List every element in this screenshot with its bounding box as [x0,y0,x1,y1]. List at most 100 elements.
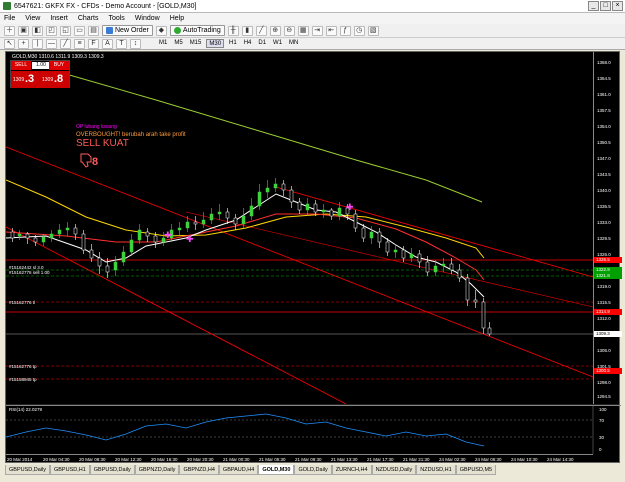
vertical-line-icon[interactable]: | [32,38,43,49]
timeframe-m30[interactable]: M30 [206,39,225,48]
templates-icon[interactable]: ▧ [367,25,379,36]
candle-body [265,187,270,193]
data-window-icon[interactable]: ◰ [46,25,57,36]
time-tick: 20 Mar 20:30 [187,457,214,462]
timeframe-mn[interactable]: MN [287,39,300,48]
terminal-icon[interactable]: ▭ [74,25,85,36]
time-tick: 20 Mar 12:30 [115,457,142,462]
menu-file[interactable]: File [4,15,15,22]
candle-body [449,263,454,271]
zoom-out-icon[interactable]: ⊖ [283,25,295,36]
periods-icon[interactable]: ◷ [353,25,365,36]
sell-button[interactable]: SELL [11,61,31,70]
menu-view[interactable]: View [25,15,40,22]
chart-tab[interactable]: GBPAUD,H4 [218,465,259,475]
channel-icon[interactable]: ≡ [74,38,85,49]
sell-price[interactable]: 1309 .3 [11,71,40,88]
rsi-subwindow[interactable]: RSI(14) 22.0279 100 70 30 0 [6,405,621,453]
price-tick: 1347.0 [597,156,611,161]
candle-body [297,201,302,211]
arrows-icon[interactable]: ↕ [130,38,141,49]
price-tick: 1312.0 [597,316,611,321]
price-axis[interactable]: 1368.0 1364.5 1361.0 1357.5 1354.0 1350.… [593,52,622,404]
trendline-icon[interactable]: ╱ [60,38,71,49]
close-button[interactable]: × [612,1,623,11]
navigator-icon[interactable]: ◱ [60,25,71,36]
chart-tab[interactable]: NZDUSD,Daily [371,465,417,475]
chart-tab[interactable]: GOLD,Daily [294,465,332,475]
menu-help[interactable]: Help [170,15,184,22]
candlestick-icon[interactable]: ▮ [241,25,253,36]
candle-body [281,183,286,191]
horizontal-line-icon[interactable]: — [46,38,57,49]
chart-tab[interactable]: GBPUSD,M5 [455,465,497,475]
buy-price[interactable]: 1309 .8 [40,71,69,88]
timeframe-m1[interactable]: M1 [157,39,169,48]
chart-tab[interactable]: GBPUSD,Daily [5,465,50,475]
menu-window[interactable]: Window [135,15,160,22]
lot-size-field[interactable]: 1.00 [32,62,50,69]
price-tick: 1319.0 [597,284,611,289]
candle-body [401,249,406,259]
indicators-icon[interactable]: ƒ [339,25,351,36]
candle-body [441,263,446,267]
timeframe-m15[interactable]: M15 [188,39,204,48]
chart-window[interactable]: ✚ ✚ ✚ GOLD,M30 1310.6 1311.9 1309.3 1309.3… [5,51,622,464]
line-chart-icon[interactable]: ╱ [255,25,267,36]
candle-body [241,215,246,225]
candle-body [369,231,374,239]
order-line-label: #15158945 tp [9,377,37,382]
timeframe-h1[interactable]: H1 [227,39,239,48]
new-chart-icon[interactable]: ＋ [4,25,15,36]
crosshair-icon[interactable]: + [18,38,29,49]
chart-tab[interactable]: NZDUSD,H1 [416,465,456,475]
minimize-button[interactable]: _ [588,1,599,11]
time-tick: 21 Mar 21:30 [403,457,430,462]
chart-tab[interactable]: GBPNZD,H4 [179,465,219,475]
profiles-icon[interactable]: ▣ [18,25,29,36]
chart-tab[interactable]: ZURNCH,H4 [331,465,372,475]
new-order-button[interactable]: New Order [102,25,153,36]
chart-tab[interactable]: GBPUSD,Daily [89,465,135,475]
price-tick: 1350.5 [597,140,611,145]
timeframe-h4[interactable]: H4 [242,39,254,48]
timeframe-m5[interactable]: M5 [172,39,184,48]
chart-tab[interactable]: GBPNZD,Daily [134,465,180,475]
autotrading-button[interactable]: AutoTrading [169,25,225,36]
candle-body [473,299,478,303]
chart-canvas[interactable]: ✚ ✚ ✚ [6,52,619,462]
timeframe-d1[interactable]: D1 [256,39,268,48]
timeframe-w1[interactable]: W1 [271,39,284,48]
menu-tools[interactable]: Tools [108,15,124,22]
metaeditor-icon[interactable]: ◆ [155,25,167,36]
maximize-button[interactable]: □ [600,1,611,11]
chart-tab-active[interactable]: GOLD,M30 [258,465,295,475]
menu-insert[interactable]: Insert [50,15,68,22]
fibonacci-icon[interactable]: F [88,38,99,49]
order-line-label: #15162776 tl [9,300,36,305]
text-icon[interactable]: A [102,38,113,49]
candle-body [353,213,358,229]
autoscroll-icon[interactable]: ⇥ [311,25,323,36]
app-icon [3,2,11,10]
candle-body [17,233,22,237]
time-axis[interactable]: 20 Mar 2014 20 Mar 04:30 20 Mar 08:30 20… [6,454,593,464]
candle-body [65,227,70,231]
price-tag-low: 1300.5 [594,368,622,374]
buy-button[interactable]: BUY [49,61,69,70]
candle-body [201,219,206,225]
candle-body [177,227,182,231]
label-icon[interactable]: T [116,38,127,49]
cursor-icon[interactable]: ↖ [4,38,15,49]
chart-shift-icon[interactable]: ⇤ [325,25,337,36]
zoom-in-icon[interactable]: ⊕ [269,25,281,36]
chart-tab[interactable]: GBPUSD,H1 [49,465,90,475]
price-tick: 1357.5 [597,108,611,113]
strategy-tester-icon[interactable]: ▤ [88,25,99,36]
price-tick: 1294.5 [597,394,611,399]
candle-body [233,217,238,225]
tile-windows-icon[interactable]: ▦ [297,25,309,36]
menu-charts[interactable]: Charts [78,15,99,22]
market-watch-icon[interactable]: ◧ [32,25,43,36]
bar-chart-icon[interactable]: ╫ [227,25,239,36]
